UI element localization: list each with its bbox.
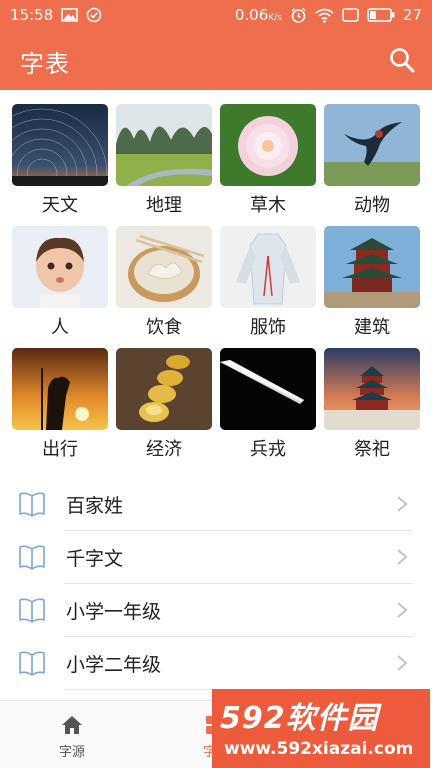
check-circle-icon bbox=[86, 7, 102, 23]
category-label: 服饰 bbox=[250, 317, 286, 338]
pagoda-tower-image bbox=[324, 226, 420, 308]
category-label: 地理 bbox=[146, 195, 182, 216]
chevron-right-icon bbox=[397, 602, 408, 618]
category-label: 草木 bbox=[250, 195, 286, 216]
wordlist-list: 百家姓 千字文 小学一年级 小学二年级 bbox=[0, 478, 432, 690]
dahlia-flower-image bbox=[220, 104, 316, 186]
category-label: 动物 bbox=[354, 195, 390, 216]
battery-level: 27 bbox=[402, 6, 422, 24]
category-clothing[interactable]: 服饰 bbox=[220, 226, 316, 342]
category-economy[interactable]: 经济 bbox=[116, 348, 212, 464]
category-military[interactable]: 兵戎 bbox=[220, 348, 316, 464]
sword-blade-image bbox=[220, 348, 316, 430]
image-icon bbox=[61, 8, 79, 22]
star-trails-image bbox=[12, 104, 108, 186]
watermark-title: 592软件园 bbox=[220, 701, 379, 736]
list-item-label: 百家姓 bbox=[66, 495, 124, 517]
list-item-label: 小学二年级 bbox=[66, 654, 162, 676]
category-label: 建筑 bbox=[354, 317, 390, 338]
app-bar: 字表 bbox=[0, 30, 432, 90]
status-bar-left: 15:58 bbox=[10, 6, 102, 24]
home-icon bbox=[62, 716, 82, 734]
book-icon bbox=[19, 651, 45, 676]
category-label: 祭祀 bbox=[354, 439, 390, 460]
watermark-url: www.592xiazai.com bbox=[224, 739, 414, 759]
book-icon bbox=[19, 598, 45, 623]
chevron-right-icon bbox=[397, 655, 408, 671]
karst-landscape-image bbox=[116, 104, 212, 186]
category-geography[interactable]: 地理 bbox=[116, 104, 212, 220]
child-portrait-image bbox=[12, 226, 108, 308]
site-watermark: 592软件园 www.592xiazai.com bbox=[212, 689, 430, 768]
category-people[interactable]: 人 bbox=[12, 226, 108, 342]
category-label: 经济 bbox=[146, 439, 182, 460]
window-icon bbox=[342, 8, 359, 22]
sunset-traveler-image bbox=[12, 348, 108, 430]
category-label: 人 bbox=[51, 317, 69, 338]
dumplings-image bbox=[116, 226, 212, 308]
wifi-icon bbox=[315, 8, 334, 23]
category-food[interactable]: 饮食 bbox=[116, 226, 212, 342]
list-item-label: 千字文 bbox=[66, 548, 124, 570]
list-item[interactable]: 千字文 bbox=[0, 531, 432, 584]
category-grid: 天文 地理 草木 动物 人 饮食 服饰 建筑 出行 经济 兵戎 祭祀 bbox=[12, 104, 420, 464]
list-item[interactable]: 百家姓 bbox=[0, 478, 432, 531]
battery-icon bbox=[367, 8, 395, 22]
nav-item-source[interactable]: 字源 bbox=[0, 701, 144, 768]
page-title: 字表 bbox=[20, 50, 70, 78]
swallow-bird-image bbox=[324, 104, 420, 186]
list-item[interactable]: 小学二年级 bbox=[0, 637, 432, 690]
book-icon bbox=[19, 545, 45, 570]
status-bar-right: 0.06K/s 27 bbox=[235, 6, 422, 24]
chevron-right-icon bbox=[397, 549, 408, 565]
category-architecture[interactable]: 建筑 bbox=[324, 226, 420, 342]
category-plants[interactable]: 草木 bbox=[220, 104, 316, 220]
search-icon[interactable] bbox=[388, 46, 416, 74]
chevron-right-icon bbox=[397, 496, 408, 512]
category-animals[interactable]: 动物 bbox=[324, 104, 420, 220]
list-item[interactable]: 小学一年级 bbox=[0, 584, 432, 637]
list-item-label: 小学一年级 bbox=[66, 601, 162, 623]
nav-label: 字源 bbox=[58, 745, 85, 760]
gold-ingots-image bbox=[116, 348, 212, 430]
hanfu-robe-image bbox=[220, 226, 316, 308]
category-label: 天文 bbox=[42, 195, 78, 216]
status-bar: 15:58 0.06K/s 27 bbox=[0, 0, 432, 30]
book-icon bbox=[19, 492, 45, 517]
network-speed: 0.06K/s bbox=[234, 6, 282, 24]
category-label: 出行 bbox=[42, 439, 78, 460]
category-label: 兵戎 bbox=[250, 439, 286, 460]
category-label: 饮食 bbox=[146, 317, 182, 338]
category-astronomy[interactable]: 天文 bbox=[12, 104, 108, 220]
alarm-icon bbox=[291, 7, 306, 23]
category-travel[interactable]: 出行 bbox=[12, 348, 108, 464]
temple-of-heaven-image bbox=[324, 348, 420, 430]
category-sacrifice[interactable]: 祭祀 bbox=[324, 348, 420, 464]
status-time: 15:58 bbox=[10, 6, 54, 24]
